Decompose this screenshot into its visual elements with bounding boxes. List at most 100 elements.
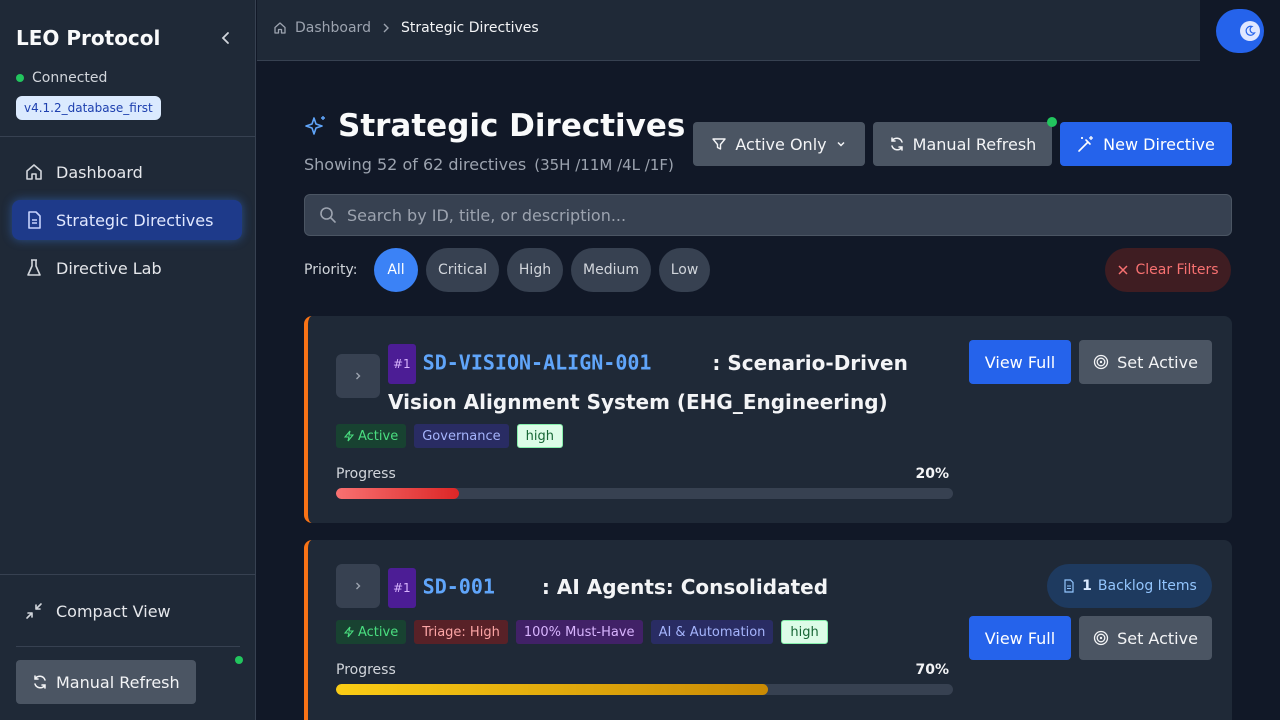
theme-knob	[1240, 21, 1260, 41]
close-icon	[1118, 265, 1129, 275]
directive-summary: Showing 52 of 62 directives (35H /11M /4…	[304, 155, 674, 174]
magic-wand-icon	[1078, 136, 1094, 152]
tag-list: Active Governance high	[336, 424, 563, 448]
refresh-icon	[890, 137, 903, 151]
sidebar-item-label: Dashboard	[56, 162, 143, 182]
refresh-icon	[34, 675, 46, 689]
priority-badge: high	[516, 424, 563, 448]
active-only-filter-dropdown[interactable]: Active Only	[693, 122, 865, 166]
category-badge: AI & Automation	[650, 620, 774, 644]
priority-filter-high[interactable]: High	[507, 248, 563, 292]
directive-id[interactable]: SD-001	[423, 575, 495, 599]
sparkles-icon	[305, 116, 325, 135]
page-title: Strategic Directives	[304, 108, 685, 144]
directive-title: #1 SD-001 : AI Agents: Consolidated	[388, 568, 948, 608]
directive-title: #1 SD-VISION-ALIGN-001 : Scenario-Driven…	[388, 344, 948, 420]
rank-badge: #1	[388, 344, 416, 384]
brand-title: LEO Protocol	[16, 26, 161, 50]
priority-filter-medium[interactable]: Medium	[571, 248, 651, 292]
directive-title-line1: : Scenario-Driven	[712, 350, 908, 375]
priority-badge: high	[781, 620, 828, 644]
sidebar-item-label: Directive Lab	[56, 258, 162, 278]
refresh-status-dot	[1047, 117, 1057, 127]
priority-label: Priority:	[304, 262, 358, 278]
set-active-button[interactable]: Set Active	[1079, 340, 1212, 384]
directive-title-line1: : AI Agents: Consolidated	[541, 574, 829, 599]
priority-filter-low[interactable]: Low	[659, 248, 710, 292]
compact-view-label: Compact View	[56, 601, 171, 621]
set-active-label: Set Active	[1117, 352, 1198, 372]
divider	[16, 646, 240, 647]
target-icon	[1093, 354, 1109, 370]
chevron-left-icon	[221, 32, 229, 44]
home-icon	[26, 164, 42, 180]
must-have-badge: 100% Must-Have	[515, 620, 643, 644]
directive-id[interactable]: SD-VISION-ALIGN-001	[423, 351, 652, 375]
theme-toggle[interactable]	[1216, 9, 1264, 53]
refresh-status-dot	[235, 656, 243, 664]
summary-text: Showing 52 of 62 directives	[304, 155, 527, 174]
priority-filter-all[interactable]: All	[374, 248, 418, 292]
backlog-items-badge[interactable]: 1 Backlog Items	[1047, 564, 1212, 608]
search-icon	[320, 207, 336, 223]
divider	[0, 136, 256, 137]
chevron-right-icon	[356, 582, 361, 590]
breadcrumb-current: Strategic Directives	[400, 20, 539, 36]
connection-status: Connected	[16, 70, 107, 86]
bolt-icon	[344, 430, 354, 442]
progress-label: Progress	[336, 662, 396, 678]
status-label: Active	[358, 428, 399, 444]
set-active-button[interactable]: Set Active	[1079, 616, 1212, 660]
sidebar-item-directive-lab[interactable]: Directive Lab	[12, 248, 242, 288]
view-full-button[interactable]: View Full	[969, 340, 1071, 384]
manual-refresh-button[interactable]: Manual Refresh	[873, 122, 1052, 166]
view-full-button[interactable]: View Full	[969, 616, 1071, 660]
connection-label: Connected	[32, 70, 108, 86]
triage-badge: Triage: High	[414, 620, 508, 644]
search-bar	[304, 194, 1232, 236]
status-badge: Active	[336, 620, 407, 644]
clear-filters-label: Clear Filters	[1135, 262, 1219, 278]
clear-filters-button[interactable]: Clear Filters	[1105, 248, 1231, 292]
sidebar: LEO Protocol Connected v4.1.2_database_f…	[0, 0, 256, 720]
breadcrumb-dashboard-link[interactable]: Dashboard	[295, 20, 371, 36]
refresh-label: Manual Refresh	[912, 134, 1037, 154]
progress-fill	[336, 684, 768, 695]
collapse-sidebar-button[interactable]	[216, 28, 236, 48]
priority-filter-critical[interactable]: Critical	[426, 248, 499, 292]
status-label: Active	[358, 624, 399, 640]
filter-icon	[712, 138, 727, 150]
progress-label: Progress	[336, 466, 396, 482]
compact-view-button[interactable]: Compact View	[24, 601, 171, 621]
bolt-icon	[344, 626, 354, 638]
sidebar-manual-refresh-button[interactable]: Manual Refresh	[16, 660, 196, 704]
document-icon	[28, 211, 41, 229]
progress-percent: 70%	[915, 662, 949, 678]
search-input[interactable]	[347, 205, 1207, 225]
directive-card: #1 SD-VISION-ALIGN-001 : Scenario-Driven…	[304, 316, 1232, 523]
progress-percent: 20%	[915, 466, 949, 482]
sidebar-item-strategic-directives[interactable]: Strategic Directives	[12, 200, 242, 240]
category-badge: Governance	[414, 424, 509, 448]
expand-button[interactable]	[336, 354, 380, 398]
new-directive-button[interactable]: New Directive	[1060, 122, 1232, 166]
document-icon	[1064, 579, 1074, 593]
version-badge: v4.1.2_database_first	[16, 96, 161, 120]
status-dot	[16, 74, 24, 82]
sidebar-item-label: Strategic Directives	[56, 210, 214, 230]
topbar: Dashboard Strategic Directives	[257, 0, 1200, 61]
rank-badge: #1	[388, 568, 416, 608]
progress-bar	[336, 488, 953, 499]
breadcrumb: Dashboard Strategic Directives	[273, 20, 539, 36]
divider	[0, 574, 256, 575]
filter-label: Active Only	[735, 134, 827, 154]
expand-button[interactable]	[336, 564, 380, 608]
backlog-count: 1	[1082, 578, 1092, 594]
chevron-right-icon	[356, 372, 361, 380]
sidebar-item-dashboard[interactable]: Dashboard	[12, 152, 242, 192]
status-badge: Active	[336, 424, 407, 448]
new-directive-label: New Directive	[1103, 134, 1215, 154]
directive-title-line2: Vision Alignment System (EHG_Engineering…	[388, 390, 888, 414]
minimize-icon	[26, 603, 42, 619]
progress-bar	[336, 684, 953, 695]
